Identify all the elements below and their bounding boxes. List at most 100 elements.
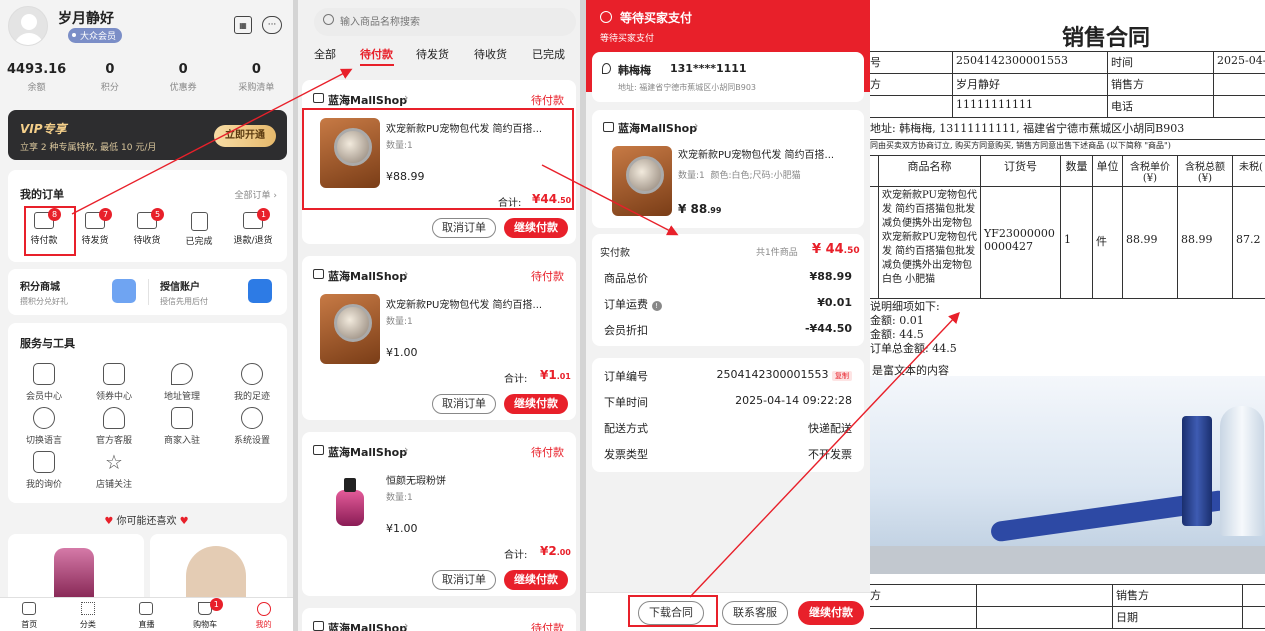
- info-label: 订单编号: [604, 370, 648, 383]
- tool-label: 我的询价: [25, 480, 62, 490]
- copy-button[interactable]: 复制: [832, 371, 852, 381]
- tool-inquiry[interactable]: 我的询价: [14, 451, 74, 490]
- price-row: 会员折扣 -¥44.50: [604, 322, 852, 338]
- table-row: 号 2504142300001553 时间 2025-04-: [870, 51, 1265, 74]
- tab-completed[interactable]: 已完成: [532, 46, 565, 62]
- contract-items-table: 商品名称 订货号 数量 单位 含税单价(¥) 含税总额(¥) 未税( 欢宠新款PU宠物包代发…: [870, 155, 1265, 299]
- product-image[interactable]: [612, 146, 672, 216]
- location-pin-icon: [602, 63, 611, 74]
- cancel-order-button[interactable]: 取消订单: [432, 570, 496, 590]
- stat-value: 0: [178, 62, 188, 77]
- nav-mine[interactable]: 我的: [234, 598, 293, 631]
- clipboard-check-icon: [190, 212, 208, 231]
- bottom-nav: 首页 分类 直播 1 购物车 我的: [0, 597, 293, 631]
- cancel-order-button[interactable]: 取消订单: [432, 218, 496, 238]
- product-title[interactable]: 欢宠新款PU宠物包代发 简约百搭...: [678, 146, 856, 161]
- contact-service-button[interactable]: 联系客服: [722, 601, 788, 625]
- paid-label: 实付款: [600, 248, 630, 259]
- shop-name[interactable]: 蓝海MallShop: [328, 92, 407, 108]
- tool-member-center[interactable]: 会员中心: [14, 363, 74, 402]
- stat-points[interactable]: 0 积分: [73, 62, 146, 102]
- product-image[interactable]: [320, 294, 380, 364]
- tool-language[interactable]: 切换语言: [14, 407, 74, 446]
- product-image[interactable]: [320, 470, 380, 540]
- shop-icon: [313, 269, 324, 279]
- payment-card: 实付款 共1件商品 ¥ 44.50 商品总价 ¥88.99 订单运费 ! ¥0.01…: [592, 234, 864, 346]
- order-card[interactable]: 蓝海MallShop › 待付款 欢宠新款PU宠物包代发 简约百搭... 数量:…: [302, 256, 576, 420]
- credit-card-icon: [248, 279, 272, 303]
- recipient-phone: 131****1111: [670, 62, 747, 75]
- tab-pending-payment[interactable]: 待付款: [360, 46, 393, 62]
- tab-pending-receipt[interactable]: 待收货: [474, 46, 507, 62]
- store-chart-icon: [171, 407, 193, 429]
- tab-all[interactable]: 全部: [314, 46, 336, 62]
- tool-settings[interactable]: 系统设置: [222, 407, 282, 446]
- order-tab-pending-shipment[interactable]: 7 待发货: [73, 208, 117, 246]
- promo-card: 积分商城 攒积分兑好礼 授信账户 授信先用后付: [8, 269, 287, 315]
- heart-icon: ♥: [176, 516, 189, 527]
- vip-banner[interactable]: VIP专享 立享 2 种专属特权, 最低 10 元/月 立即开通: [8, 110, 287, 160]
- continue-pay-button[interactable]: 继续付款: [504, 394, 568, 414]
- credit-account-entry[interactable]: 授信账户 授信先用后付: [160, 278, 208, 307]
- continue-pay-button[interactable]: 继续付款: [504, 218, 568, 238]
- serum-bottle: [1182, 416, 1212, 526]
- tool-label: 店铺关注: [95, 480, 132, 490]
- order-card[interactable]: 蓝海MallShop › 待付款 恒颜无瑕粉饼 数量:1 ¥1.00 合计: ¥…: [302, 432, 576, 596]
- stat-purchase-list[interactable]: 0 采购清单: [220, 62, 293, 102]
- row-label: 会员折扣: [604, 324, 648, 337]
- calendar-icon[interactable]: ▦: [234, 16, 252, 34]
- order-card[interactable]: 蓝海MallShop › 待付款: [302, 608, 576, 631]
- product-card[interactable]: 蓝海MallShop › 欢宠新款PU宠物包代发 简约百搭... 数量:1 颜色…: [592, 110, 864, 228]
- cancel-order-button[interactable]: 取消订单: [432, 394, 496, 414]
- tool-store-follow[interactable]: ☆ 店铺关注: [84, 451, 144, 490]
- order-tab-label: 已完成: [185, 237, 213, 247]
- member-badge[interactable]: 大众会员: [68, 28, 123, 43]
- message-icon[interactable]: ···: [262, 16, 282, 34]
- vip-open-button[interactable]: 立即开通: [214, 125, 276, 147]
- order-tab-refund[interactable]: 1 退款/退货: [226, 208, 280, 246]
- chevron-right-icon: ›: [404, 267, 409, 280]
- points-mall-entry[interactable]: 积分商城 攒积分兑好礼: [20, 278, 68, 307]
- shop-name[interactable]: 蓝海MallShop: [328, 444, 407, 460]
- address-card[interactable]: 韩梅梅 131****1111 地址: 福建省宁德市蕉城区小胡同B903: [592, 52, 864, 102]
- tool-label: 领券中心: [95, 392, 132, 402]
- continue-pay-button[interactable]: 继续付款: [504, 570, 568, 590]
- recipient-name: 韩梅梅: [618, 64, 651, 77]
- nav-cart[interactable]: 1 购物车: [176, 598, 235, 631]
- order-tab-pending-receipt[interactable]: 5 待收货: [125, 208, 169, 246]
- stat-coupons[interactable]: 0 优惠券: [147, 62, 220, 102]
- product-title[interactable]: 欢宠新款PU宠物包代发 简约百搭...: [386, 296, 566, 311]
- row-value: ¥88.99: [809, 270, 852, 283]
- tool-coupon-center[interactable]: 领券中心: [84, 363, 144, 402]
- tool-address[interactable]: 地址管理: [152, 363, 212, 402]
- cell: [1213, 95, 1265, 118]
- heart-icon: ♥: [104, 516, 117, 527]
- order-tab-completed[interactable]: 已完成: [177, 212, 221, 247]
- play-icon: [139, 602, 154, 615]
- tab-pending-shipment[interactable]: 待发货: [416, 46, 449, 62]
- stat-balance[interactable]: 4493.16 余额: [0, 62, 73, 102]
- tool-footprints[interactable]: 我的足迹: [222, 363, 282, 402]
- shop-name[interactable]: 蓝海MallShop: [328, 620, 407, 631]
- cell: 电话: [1107, 95, 1214, 118]
- avatar[interactable]: [8, 6, 48, 46]
- continue-pay-button[interactable]: 继续付款: [798, 601, 864, 625]
- tools-card: 服务与工具 会员中心 领券中心 地址管理 我的足迹 切换语言 官方客服 商家入驻…: [8, 323, 287, 503]
- tool-merchant-join[interactable]: 商家入驻: [152, 407, 212, 446]
- tool-customer-service[interactable]: 官方客服: [84, 407, 144, 446]
- nav-home[interactable]: 首页: [0, 598, 59, 631]
- search-input[interactable]: [340, 12, 560, 32]
- price-int: ¥ 88: [678, 202, 708, 216]
- product-title[interactable]: 恒颜无瑕粉饼: [386, 472, 446, 487]
- shop-name[interactable]: 蓝海MallShop: [618, 120, 697, 136]
- nav-live[interactable]: 直播: [117, 598, 176, 631]
- nav-category[interactable]: 分类: [59, 598, 118, 631]
- search-bar[interactable]: [314, 8, 576, 36]
- info-row: 发票类型 不开发票: [604, 446, 852, 462]
- header-cell: 未税(: [1232, 155, 1265, 187]
- all-orders-link[interactable]: 全部订单 ›: [235, 188, 277, 201]
- shop-icon: [603, 122, 614, 132]
- shop-name[interactable]: 蓝海MallShop: [328, 268, 407, 284]
- cell: [976, 584, 1113, 607]
- info-icon[interactable]: !: [651, 301, 662, 311]
